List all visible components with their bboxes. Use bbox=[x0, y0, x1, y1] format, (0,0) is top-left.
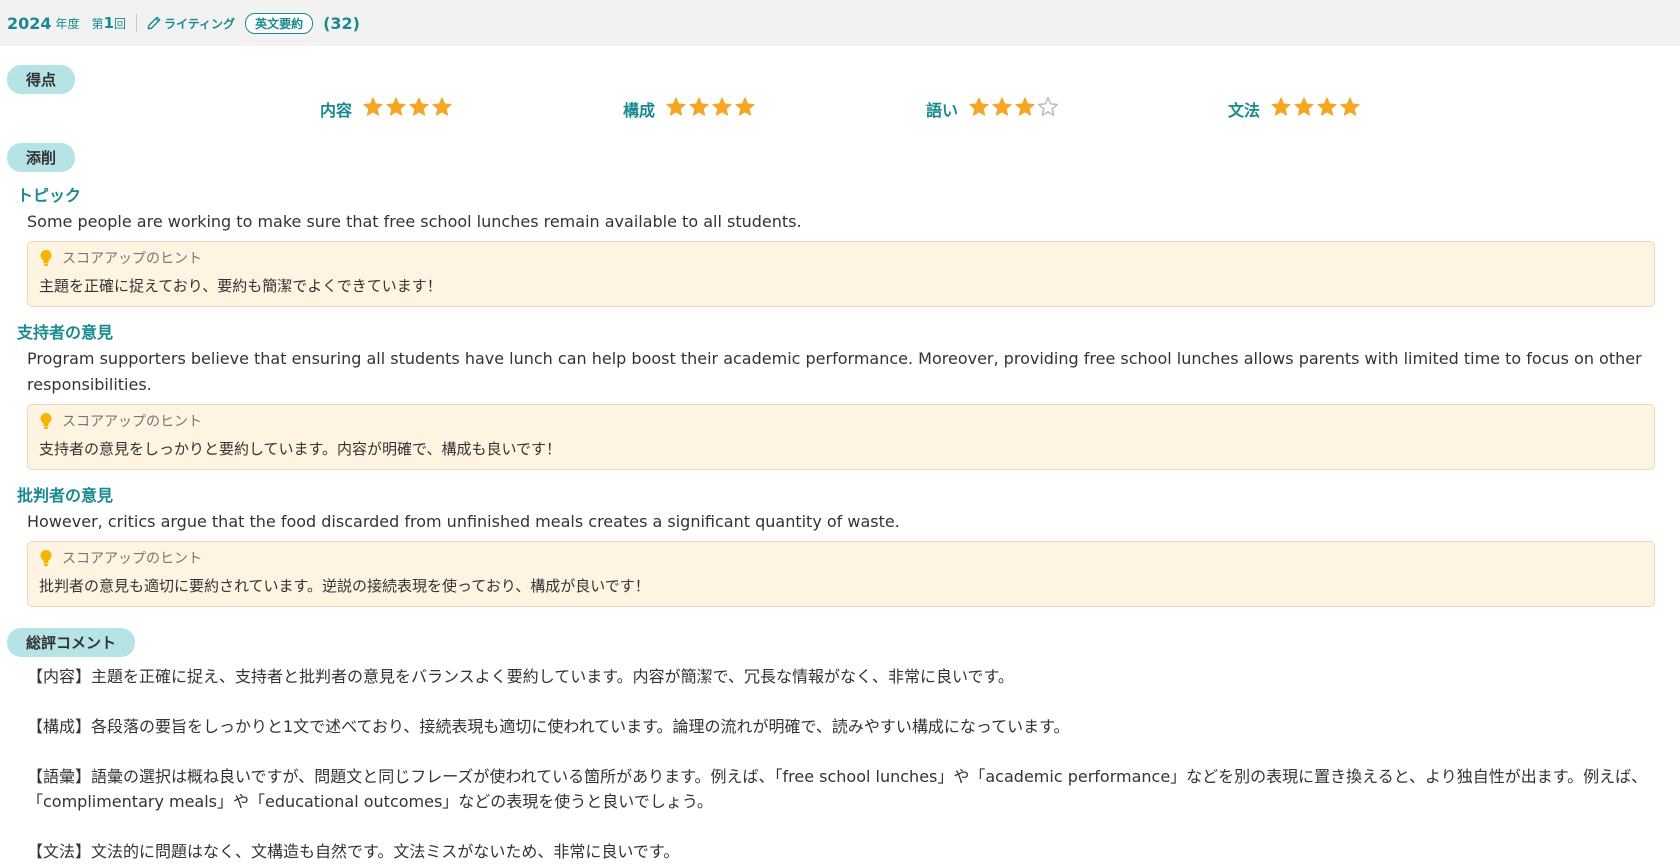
star-empty-icon bbox=[1038, 97, 1058, 116]
hint-box: スコアアップのヒント 批判者の意見も適切に要約されています。逆説の接続表現を使っ… bbox=[27, 541, 1655, 607]
header-bar: 2024 年度 第1回 ライティング 英文要約 (32) bbox=[0, 0, 1680, 46]
question-count: (32) bbox=[323, 13, 360, 33]
overall-comment-structure: 【構成】各段落の要旨をしっかりと1文で述べており、接続表現も適切に使われています… bbox=[27, 717, 1070, 736]
lightbulb-icon bbox=[40, 250, 52, 266]
score-structure: 構成 bbox=[623, 96, 757, 122]
star-filled-icon bbox=[432, 97, 452, 116]
hint-header: スコアアップのヒント bbox=[39, 248, 1643, 268]
hint-title: スコアアップのヒント bbox=[62, 551, 202, 567]
correction-section-label: 添削 bbox=[7, 143, 76, 172]
score-label: 内容 bbox=[320, 101, 353, 120]
hint-title: スコアアップのヒント bbox=[62, 251, 202, 267]
hint-title: スコアアップのヒント bbox=[62, 414, 202, 430]
score-label: 文法 bbox=[1228, 101, 1261, 120]
star-filled-icon bbox=[1015, 97, 1035, 116]
star-rating bbox=[1270, 96, 1362, 122]
star-filled-icon bbox=[363, 97, 383, 116]
round-prefix: 第 bbox=[91, 17, 104, 31]
star-filled-icon bbox=[1271, 97, 1291, 116]
star-rating bbox=[665, 96, 757, 122]
task-type-badge: 英文要約 bbox=[245, 12, 314, 34]
star-filled-icon bbox=[735, 97, 755, 116]
hint-header: スコアアップのヒント bbox=[39, 548, 1643, 568]
score-section-label: 得点 bbox=[7, 65, 76, 94]
star-filled-icon bbox=[689, 97, 709, 116]
topic-summary-text: Some people are working to make sure tha… bbox=[27, 212, 802, 231]
overall-comment-content: 【内容】主題を正確に捉え、支持者と批判者の意見をバランスよく要約しています。内容… bbox=[27, 667, 1014, 686]
star-filled-icon bbox=[409, 97, 429, 116]
score-row: 内容 構成 語い 文法 bbox=[0, 96, 1680, 126]
overall-comment-vocabulary: 【語彙】語彙の選択は概ね良いですが、問題文と同じフレーズが使われている箇所があり… bbox=[27, 767, 1648, 811]
hint-box: スコアアップのヒント 支持者の意見をしっかりと要約しています。内容が明確で、構成… bbox=[27, 404, 1655, 470]
star-filled-icon bbox=[1340, 97, 1360, 116]
lightbulb-icon bbox=[40, 413, 52, 429]
header-divider bbox=[136, 14, 138, 32]
star-filled-icon bbox=[969, 97, 989, 116]
lightbulb-icon bbox=[40, 550, 52, 566]
star-filled-icon bbox=[712, 97, 732, 116]
exam-year: 2024 bbox=[7, 13, 52, 33]
hint-text: 支持者の意見をしっかりと要約しています。内容が明確で、構成も良いです！ bbox=[39, 440, 562, 458]
round-suffix: 回 bbox=[114, 17, 127, 31]
hint-text: 批判者の意見も適切に要約されています。逆説の接続表現を使っており、構成が良いです… bbox=[39, 577, 650, 595]
score-grammar: 文法 bbox=[1228, 96, 1362, 122]
critics-summary-text: However, critics argue that the food dis… bbox=[27, 512, 900, 531]
overall-section-label: 総評コメント bbox=[7, 628, 136, 657]
score-label: 構成 bbox=[623, 101, 656, 120]
topic-heading: トピック bbox=[17, 186, 82, 205]
score-label: 語い bbox=[926, 101, 959, 120]
round-number: 1 bbox=[103, 14, 114, 32]
star-filled-icon bbox=[666, 97, 686, 116]
star-filled-icon bbox=[1294, 97, 1314, 116]
star-rating bbox=[362, 96, 454, 122]
supporters-summary-text: Program supporters believe that ensuring… bbox=[27, 349, 1642, 394]
supporters-heading: 支持者の意見 bbox=[17, 323, 114, 342]
critics-heading: 批判者の意見 bbox=[17, 486, 114, 505]
star-filled-icon bbox=[386, 97, 406, 116]
star-filled-icon bbox=[992, 97, 1012, 116]
star-filled-icon bbox=[1317, 97, 1337, 116]
exam-round: 第1回 bbox=[92, 14, 126, 32]
pencil-icon bbox=[147, 16, 161, 30]
hint-box: スコアアップのヒント 主題を正確に捉えており、要約も簡潔でよくできています！ bbox=[27, 241, 1655, 307]
hint-header: スコアアップのヒント bbox=[39, 411, 1643, 431]
score-content: 内容 bbox=[320, 96, 454, 122]
exam-year-suffix: 年度 bbox=[55, 16, 80, 31]
category-label: ライティング bbox=[164, 16, 236, 31]
score-vocabulary: 語い bbox=[926, 96, 1060, 122]
star-rating bbox=[968, 96, 1060, 122]
hint-text: 主題を正確に捉えており、要約も簡潔でよくできています！ bbox=[39, 277, 442, 295]
overall-comment-grammar: 【文法】文法的に問題はなく、文構造も自然です。文法ミスがないため、非常に良いです… bbox=[27, 842, 680, 861]
